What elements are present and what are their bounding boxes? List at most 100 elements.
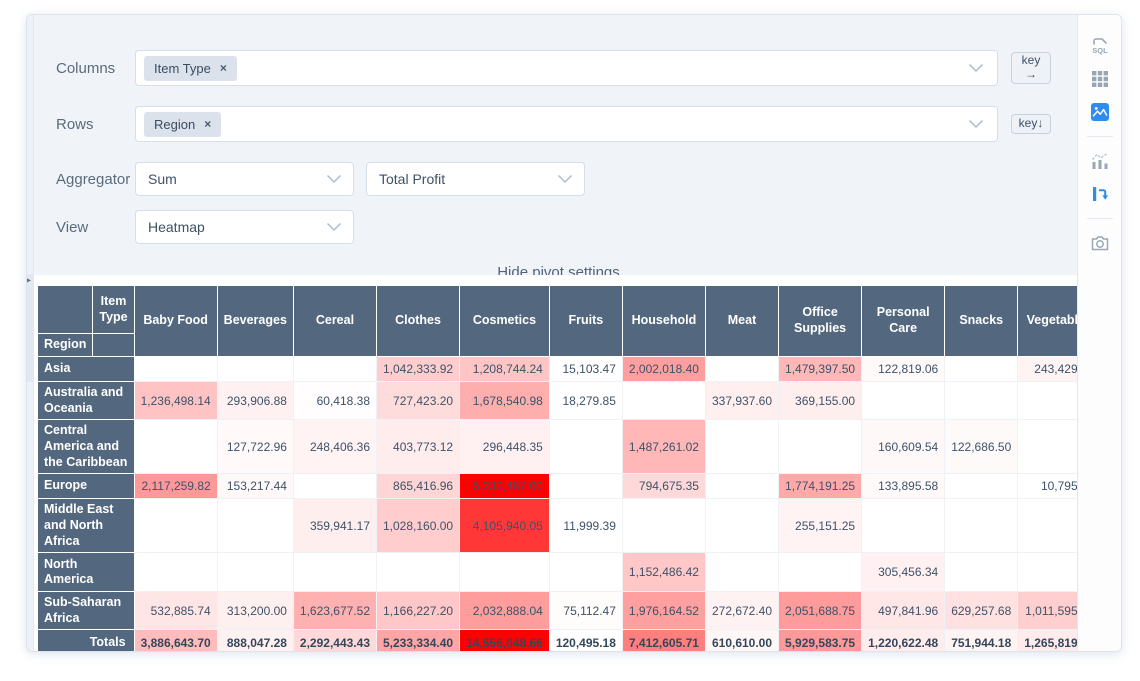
row-header: Australia and Oceania <box>38 382 135 420</box>
rows-row: Rows Region × key↓ <box>56 106 1061 142</box>
pivot-cell: 1,011,595.12 <box>1018 592 1077 630</box>
row-header: Asia <box>38 357 135 382</box>
pivot-cell: 11,999.39 <box>549 499 622 553</box>
pivot-cell: 18,279.85 <box>549 382 622 420</box>
col-total-cell: 610,610.00 <box>705 630 778 651</box>
view-switcher-rail: SQL <box>1077 15 1121 651</box>
panel-splitter[interactable] <box>27 274 34 382</box>
pivot-cell <box>293 553 376 592</box>
aggregator-row: Aggregator Sum Total Profit <box>56 162 1061 196</box>
pivot-cell: 305,456.34 <box>862 553 945 592</box>
aggregator-label: Aggregator <box>56 171 135 188</box>
pivot-table-area: Item TypeBaby FoodBeveragesCerealClothes… <box>34 275 1077 651</box>
chevron-down-icon <box>558 175 572 183</box>
pivot-cell: 1,152,486.42 <box>622 553 705 592</box>
pivot-cell: 337,937.60 <box>705 382 778 420</box>
columns-field[interactable]: Item Type × <box>135 50 998 86</box>
pivot-cell <box>293 474 376 499</box>
pivot-cell <box>705 357 778 382</box>
pivot-cell: 1,042,333.92 <box>377 357 460 382</box>
chevron-down-icon <box>327 175 341 183</box>
chip-label: Item Type <box>154 61 211 76</box>
pivot-cell <box>134 553 217 592</box>
view-value: Heatmap <box>148 219 205 235</box>
pivot-settings-panel: Columns Item Type × key → Rows <box>34 15 1077 275</box>
pivot-cell: 1,487,261.02 <box>622 420 705 474</box>
pivot-app-card: ▸ Columns Item Type × key → <box>26 14 1122 652</box>
view-select[interactable]: Heatmap <box>135 210 354 244</box>
col-total-cell: 2,292,443.43 <box>293 630 376 651</box>
image-chart-view-icon-active[interactable] <box>1089 101 1111 123</box>
chevron-down-icon[interactable] <box>969 64 983 72</box>
pivot-cell <box>779 553 862 592</box>
pivot-cell: 865,416.96 <box>377 474 460 499</box>
pivot-cell: 1,678,540.98 <box>460 382 550 420</box>
pivot-cell <box>217 499 293 553</box>
pivot-cell: 1,028,160.00 <box>377 499 460 553</box>
pivot-cell: 727,423.20 <box>377 382 460 420</box>
combo-chart-view-icon[interactable] <box>1089 150 1111 172</box>
pivot-heatmap-table: Item TypeBaby FoodBeveragesCerealClothes… <box>37 285 1077 651</box>
camera-screenshot-icon[interactable] <box>1089 232 1111 254</box>
row-header: Europe <box>38 474 135 499</box>
aggregator-field-select[interactable]: Total Profit <box>366 162 585 196</box>
rows-sort-key-button[interactable]: key↓ <box>1011 114 1051 134</box>
col-total-cell: 120,495.18 <box>549 630 622 651</box>
arrow-right-icon: → <box>1018 68 1044 82</box>
pivot-cell <box>705 420 778 474</box>
rows-chip-region[interactable]: Region × <box>144 112 221 137</box>
pivot-cell: 272,672.40 <box>705 592 778 630</box>
pivot-cell <box>134 420 217 474</box>
pivot-cell <box>134 357 217 382</box>
pivot-cell: 2,032,888.04 <box>460 592 550 630</box>
aggregator-field-value: Total Profit <box>379 171 445 187</box>
row-header: Central America and the Caribbean <box>38 420 135 474</box>
column-header: Household <box>622 286 705 357</box>
pivot-cell: 60,418.38 <box>293 382 376 420</box>
pivot-cell <box>705 474 778 499</box>
chip-remove-icon[interactable]: × <box>220 61 227 75</box>
pivot-view-icon[interactable] <box>1089 183 1111 205</box>
rows-label: Rows <box>56 116 135 133</box>
pivot-cell <box>705 553 778 592</box>
key-label: key <box>1018 54 1044 68</box>
rail-divider <box>1087 218 1113 219</box>
pivot-main-area: Columns Item Type × key → Rows <box>34 15 1077 651</box>
pivot-cell: 127,722.96 <box>217 420 293 474</box>
pivot-cell: 5,233,487.00 <box>460 474 550 499</box>
panel-expand-icon[interactable]: ▸ <box>26 276 31 286</box>
pivot-cell: 122,819.06 <box>862 357 945 382</box>
pivot-cell: 248,406.36 <box>293 420 376 474</box>
chevron-down-icon[interactable] <box>969 120 983 128</box>
pivot-cell: 133,895.58 <box>862 474 945 499</box>
column-header: Personal Care <box>862 286 945 357</box>
pivot-cell <box>945 357 1018 382</box>
aggregator-value: Sum <box>148 171 177 187</box>
pivot-cell <box>293 357 376 382</box>
column-header: Baby Food <box>134 286 217 357</box>
pivot-cell: 1,976,164.52 <box>622 592 705 630</box>
pivot-cell <box>549 420 622 474</box>
pivot-cell: 497,841.96 <box>862 592 945 630</box>
pivot-cell <box>1018 553 1077 592</box>
chip-remove-icon[interactable]: × <box>204 117 211 131</box>
row-header: North America <box>38 553 135 592</box>
column-header: Cereal <box>293 286 376 357</box>
aggregator-select[interactable]: Sum <box>135 162 354 196</box>
col-total-cell: 1,220,622.48 <box>862 630 945 651</box>
table-view-icon[interactable] <box>1089 68 1111 90</box>
pivot-cell: 296,448.35 <box>460 420 550 474</box>
pivot-cell <box>1018 420 1077 474</box>
panel-collapse-strip: ▸ <box>27 15 34 651</box>
pivot-cell <box>1018 382 1077 420</box>
rows-field[interactable]: Region × <box>135 106 998 142</box>
col-axis-label: Item Type <box>93 286 134 334</box>
pivot-cell: 369,155.00 <box>779 382 862 420</box>
svg-text:SQL: SQL <box>1092 46 1108 55</box>
sql-view-icon[interactable]: SQL <box>1089 35 1111 57</box>
col-total-cell: 888,047.28 <box>217 630 293 651</box>
row-header: Sub-Saharan Africa <box>38 592 135 630</box>
columns-chip-item-type[interactable]: Item Type × <box>144 56 237 81</box>
columns-sort-key-button[interactable]: key → <box>1011 52 1051 84</box>
pivot-cell: 1,774,191.25 <box>779 474 862 499</box>
